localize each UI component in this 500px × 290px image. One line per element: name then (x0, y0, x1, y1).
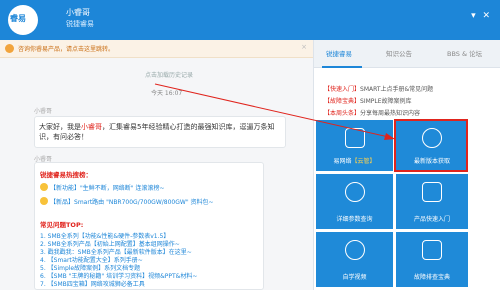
hot-item[interactable]: 【新品】Smart路由 "NBR700G/700GW/800GW" 资料包~ (40, 197, 214, 206)
book-icon (422, 240, 442, 260)
tile-quick-start[interactable]: 产品快速入门 (396, 174, 468, 229)
timestamp: 今天 16:07 (151, 90, 183, 97)
cloud-network-icon (344, 128, 365, 148)
tile-label: 故障排查宝典 (413, 274, 450, 281)
notice-bar[interactable]: 咨询你睿易产品，请点击这里跳转。 × (0, 40, 313, 58)
quick-link[interactable]: 【本周头条】分享每周最热知识内容 (324, 108, 420, 117)
close-icon[interactable]: × (301, 43, 307, 51)
video-icon (344, 240, 365, 260)
smiley-icon (40, 197, 48, 205)
app-subtitle: 锐捷睿易 (66, 20, 94, 28)
tile-param-query[interactable]: 详细参数查询 (316, 174, 393, 229)
app-logo: 睿易 (8, 5, 66, 35)
tile-self-learn-video[interactable]: 自学视频 (316, 232, 393, 287)
tile-cloud-network[interactable]: 易网络【云管】 (316, 120, 393, 171)
tile-troubleshoot[interactable]: 故障排查宝典 (396, 232, 468, 287)
panel-tabs: 锐捷睿易 知识公告 BBS & 论坛 (314, 40, 500, 68)
tile-label-text: 易网络 (333, 158, 352, 165)
quick-link-text[interactable]: SIMPLE故障案例库 (360, 98, 412, 105)
tab-knowledge[interactable]: 知识公告 (386, 48, 412, 58)
hot-item-tag: 【新品】 (50, 199, 75, 206)
hot-item-text[interactable]: "生鲜不断，网络断" 连滚滚榜~ (80, 185, 164, 192)
quick-link-text[interactable]: SMART上点手册&常见问题 (360, 86, 433, 93)
highlight-box (394, 119, 468, 172)
quick-link[interactable]: 【故障宝典】SIMPLE故障案例库 (324, 96, 412, 105)
tab-underline (322, 66, 362, 68)
hot-list-bubble: 锐捷睿易热搜榜： 【新功能】"生鲜不断，网络断" 连滚滚榜~ 【新品】Smart… (34, 162, 264, 290)
greeting-name: 小睿哥 (81, 123, 102, 131)
tile-label: 易网络【云管】 (316, 156, 393, 165)
faq-title: 常见问题TOP: (40, 221, 84, 229)
tile-label-highlight: 【云管】 (351, 158, 376, 165)
hot-item-tag: 【新功能】 (50, 185, 81, 192)
greeting-part: 大家好，我是 (39, 123, 81, 131)
tab-ruijie[interactable]: 锐捷睿易 (326, 48, 352, 58)
smiley-icon (40, 183, 48, 191)
faq-link[interactable]: 7. 【SMB四宝箱】网络攻城狮必备工具 (40, 279, 145, 288)
document-icon (422, 182, 442, 202)
chat-area: 点击加载历史记录 今天 16:07 小睿哥 大家好，我是小睿哥，汇集睿易5年经验… (0, 58, 313, 290)
question-bulb-icon (344, 182, 365, 202)
greeting-bubble: 大家好，我是小睿哥，汇集睿易5年经验精心打造的最强知识库，逗逼万条知识，有问必答… (34, 116, 286, 148)
quick-link-text[interactable]: 分享每周最热知识内容 (360, 110, 420, 117)
tile-label: 自学视频 (342, 274, 367, 281)
title-bar: 睿易 小睿哥 锐捷睿易 ▾ ✕ (0, 0, 500, 40)
tile-label: 详细参数查询 (336, 216, 373, 223)
tile-label: 产品快速入门 (413, 216, 450, 223)
hot-list-title: 锐捷睿易热搜榜： (40, 171, 92, 179)
hot-item-text[interactable]: Smart路由 "NBR700G/700GW/800GW" 资料包~ (74, 199, 214, 206)
warning-icon (5, 44, 14, 53)
history-link[interactable]: 点击加载历史记录 (145, 70, 193, 79)
greeting-text: 大家好，我是小睿哥，汇集睿易5年经验精心打造的最强知识库，逗逼万条知识，有问必答… (39, 122, 283, 142)
hot-item[interactable]: 【新功能】"生鲜不断，网络断" 连滚滚榜~ (40, 183, 164, 192)
tab-bbs[interactable]: BBS & 论坛 (447, 48, 482, 58)
quick-link-tag: 【本周头条】 (324, 110, 361, 117)
window-controls[interactable]: ▾ ✕ (471, 11, 492, 21)
logo-text: 睿易 (10, 14, 26, 23)
quick-link-tag: 【故障宝典】 (324, 98, 361, 105)
sender-name: 小睿哥 (34, 108, 53, 115)
notice-text[interactable]: 咨询你睿易产品，请点击这里跳转。 (18, 44, 114, 53)
quick-link-tag: 【快速入门】 (324, 86, 361, 93)
quick-link[interactable]: 【快速入门】SMART上点手册&常见问题 (324, 84, 433, 93)
app-name: 小睿哥 (66, 8, 90, 17)
